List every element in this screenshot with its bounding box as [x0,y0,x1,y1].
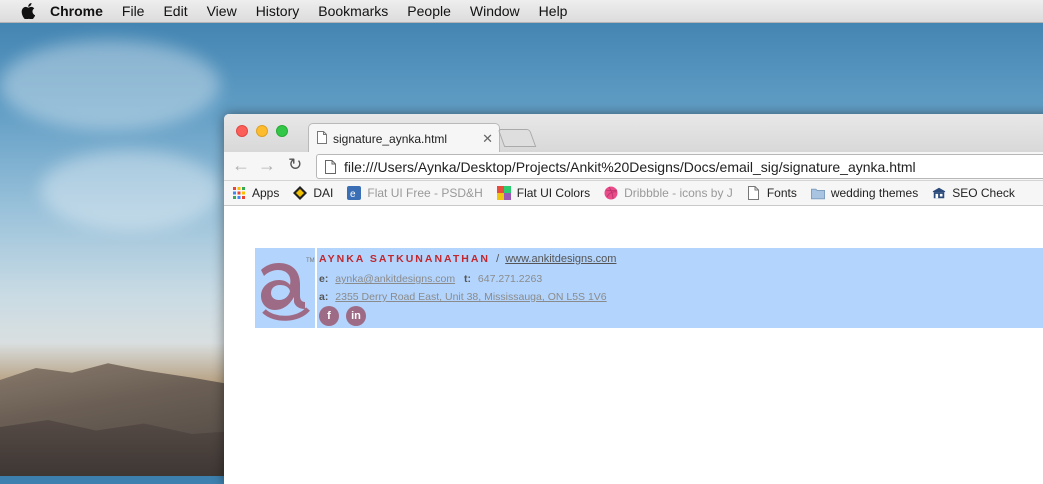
address-link[interactable]: 2355 Derry Road East, Unit 38, Mississau… [335,291,606,303]
close-window-button[interactable] [236,125,248,137]
flat-ui-colors-icon [496,186,511,200]
bookmark-label: Apps [252,186,280,200]
bookmark-dai[interactable]: DAI [293,186,333,200]
website-link[interactable]: www.ankitdesigns.com [505,253,616,265]
apple-icon[interactable] [20,3,36,19]
zoom-window-button[interactable] [276,125,288,137]
tab-title: signature_aynka.html [333,131,448,146]
desktop-cloud [0,40,220,130]
bookmark-label: Fonts [766,186,797,200]
email-link[interactable]: aynka@ankitdesigns.com [335,273,455,285]
logo: TM [255,248,317,328]
phone-label: t: [464,273,471,285]
bookmark-label: SEO Check [952,186,1015,200]
menu-help[interactable]: Help [539,3,568,19]
bookmark-label: Dribbble - icons by J [624,186,733,200]
tab-signature[interactable]: signature_aynka.html ✕ [308,123,500,153]
folder-icon [810,186,825,200]
menu-view[interactable]: View [207,3,237,19]
bookmark-wedding-themes[interactable]: wedding themes [810,186,919,200]
bookmark-flat-ui-free[interactable]: e Flat UI Free - PSD&H [347,186,483,200]
menu-edit[interactable]: Edit [163,3,187,19]
linkedin-icon[interactable]: in [346,306,366,326]
signature-name: AYNKA SATKUNANATHAN [319,253,490,265]
close-tab-icon[interactable]: ✕ [482,131,493,147]
apps-grid-icon [232,186,246,200]
bookmark-label: Flat UI Free - PSD&H [367,186,483,200]
social-links: f in [319,306,373,326]
contact-row: e: aynka@ankitdesigns.com t: 647.271.226… [319,273,616,285]
email-signature: TM AYNKA SATKUNANATHAN / www.ankitdesign… [255,248,1043,328]
bookmark-label: DAI [313,186,334,200]
dai-icon [293,186,308,200]
menu-file[interactable]: File [122,3,145,19]
signature-text: AYNKA SATKUNANATHAN / www.ankitdesigns.c… [319,253,616,303]
document-icon [317,130,327,147]
seo-icon [932,186,946,200]
bookmark-fonts[interactable]: Fonts [747,186,797,200]
menu-app-chrome[interactable]: Chrome [50,3,103,19]
trademark-mark: TM [306,258,315,264]
browser-window: signature_aynka.html ✕ ← → ↻ file:///Use… [224,114,1043,484]
back-arrow-icon[interactable]: ← [232,155,250,176]
minimize-window-button[interactable] [256,125,268,137]
bookmarks-bar: Apps DAI e Flat UI Free - PSD&H Flat UI … [224,181,1043,206]
page-icon [747,186,761,200]
menu-bar: Chrome File Edit View History Bookmarks … [0,0,1043,23]
email-label: e: [319,273,329,285]
svg-text:e: e [350,189,356,200]
desktop-cloud [40,150,220,230]
bookmark-dribbble[interactable]: Dribbble - icons by J [604,186,733,200]
flat-ui-icon: e [347,186,362,200]
bookmark-label: Flat UI Colors [516,186,591,200]
address-label: a: [319,291,329,303]
page-icon [325,159,336,174]
facebook-icon[interactable]: f [319,306,339,326]
dribbble-icon [604,186,618,200]
forward-arrow-icon[interactable]: → [258,155,276,176]
browser-toolbar: ← → ↻ file:///Users/Aynka/Desktop/Projec… [224,152,1043,181]
page-content: TM AYNKA SATKUNANATHAN / www.ankitdesign… [224,206,1043,456]
address-bar[interactable]: file:///Users/Aynka/Desktop/Projects/Ank… [316,154,1043,179]
address-url: file:///Users/Aynka/Desktop/Projects/Ank… [344,158,916,175]
bookmark-label: wedding themes [830,186,919,200]
address-row: a: 2355 Derry Road East, Unit 38, Missis… [319,291,616,303]
new-tab-button[interactable] [497,129,537,147]
menu-bookmarks[interactable]: Bookmarks [318,3,388,19]
bookmark-flat-ui-colors[interactable]: Flat UI Colors [496,186,591,200]
reload-icon[interactable]: ↻ [288,155,302,175]
tab-strip: signature_aynka.html ✕ [224,114,1043,153]
bookmark-seo-check[interactable]: SEO Check [932,186,1015,200]
phone-number: 647.271.2263 [477,273,543,285]
bookmark-apps[interactable]: Apps [232,186,279,200]
menu-people[interactable]: People [407,3,451,19]
separator: / [496,253,500,265]
menu-window[interactable]: Window [470,3,520,19]
menu-history[interactable]: History [256,3,300,19]
